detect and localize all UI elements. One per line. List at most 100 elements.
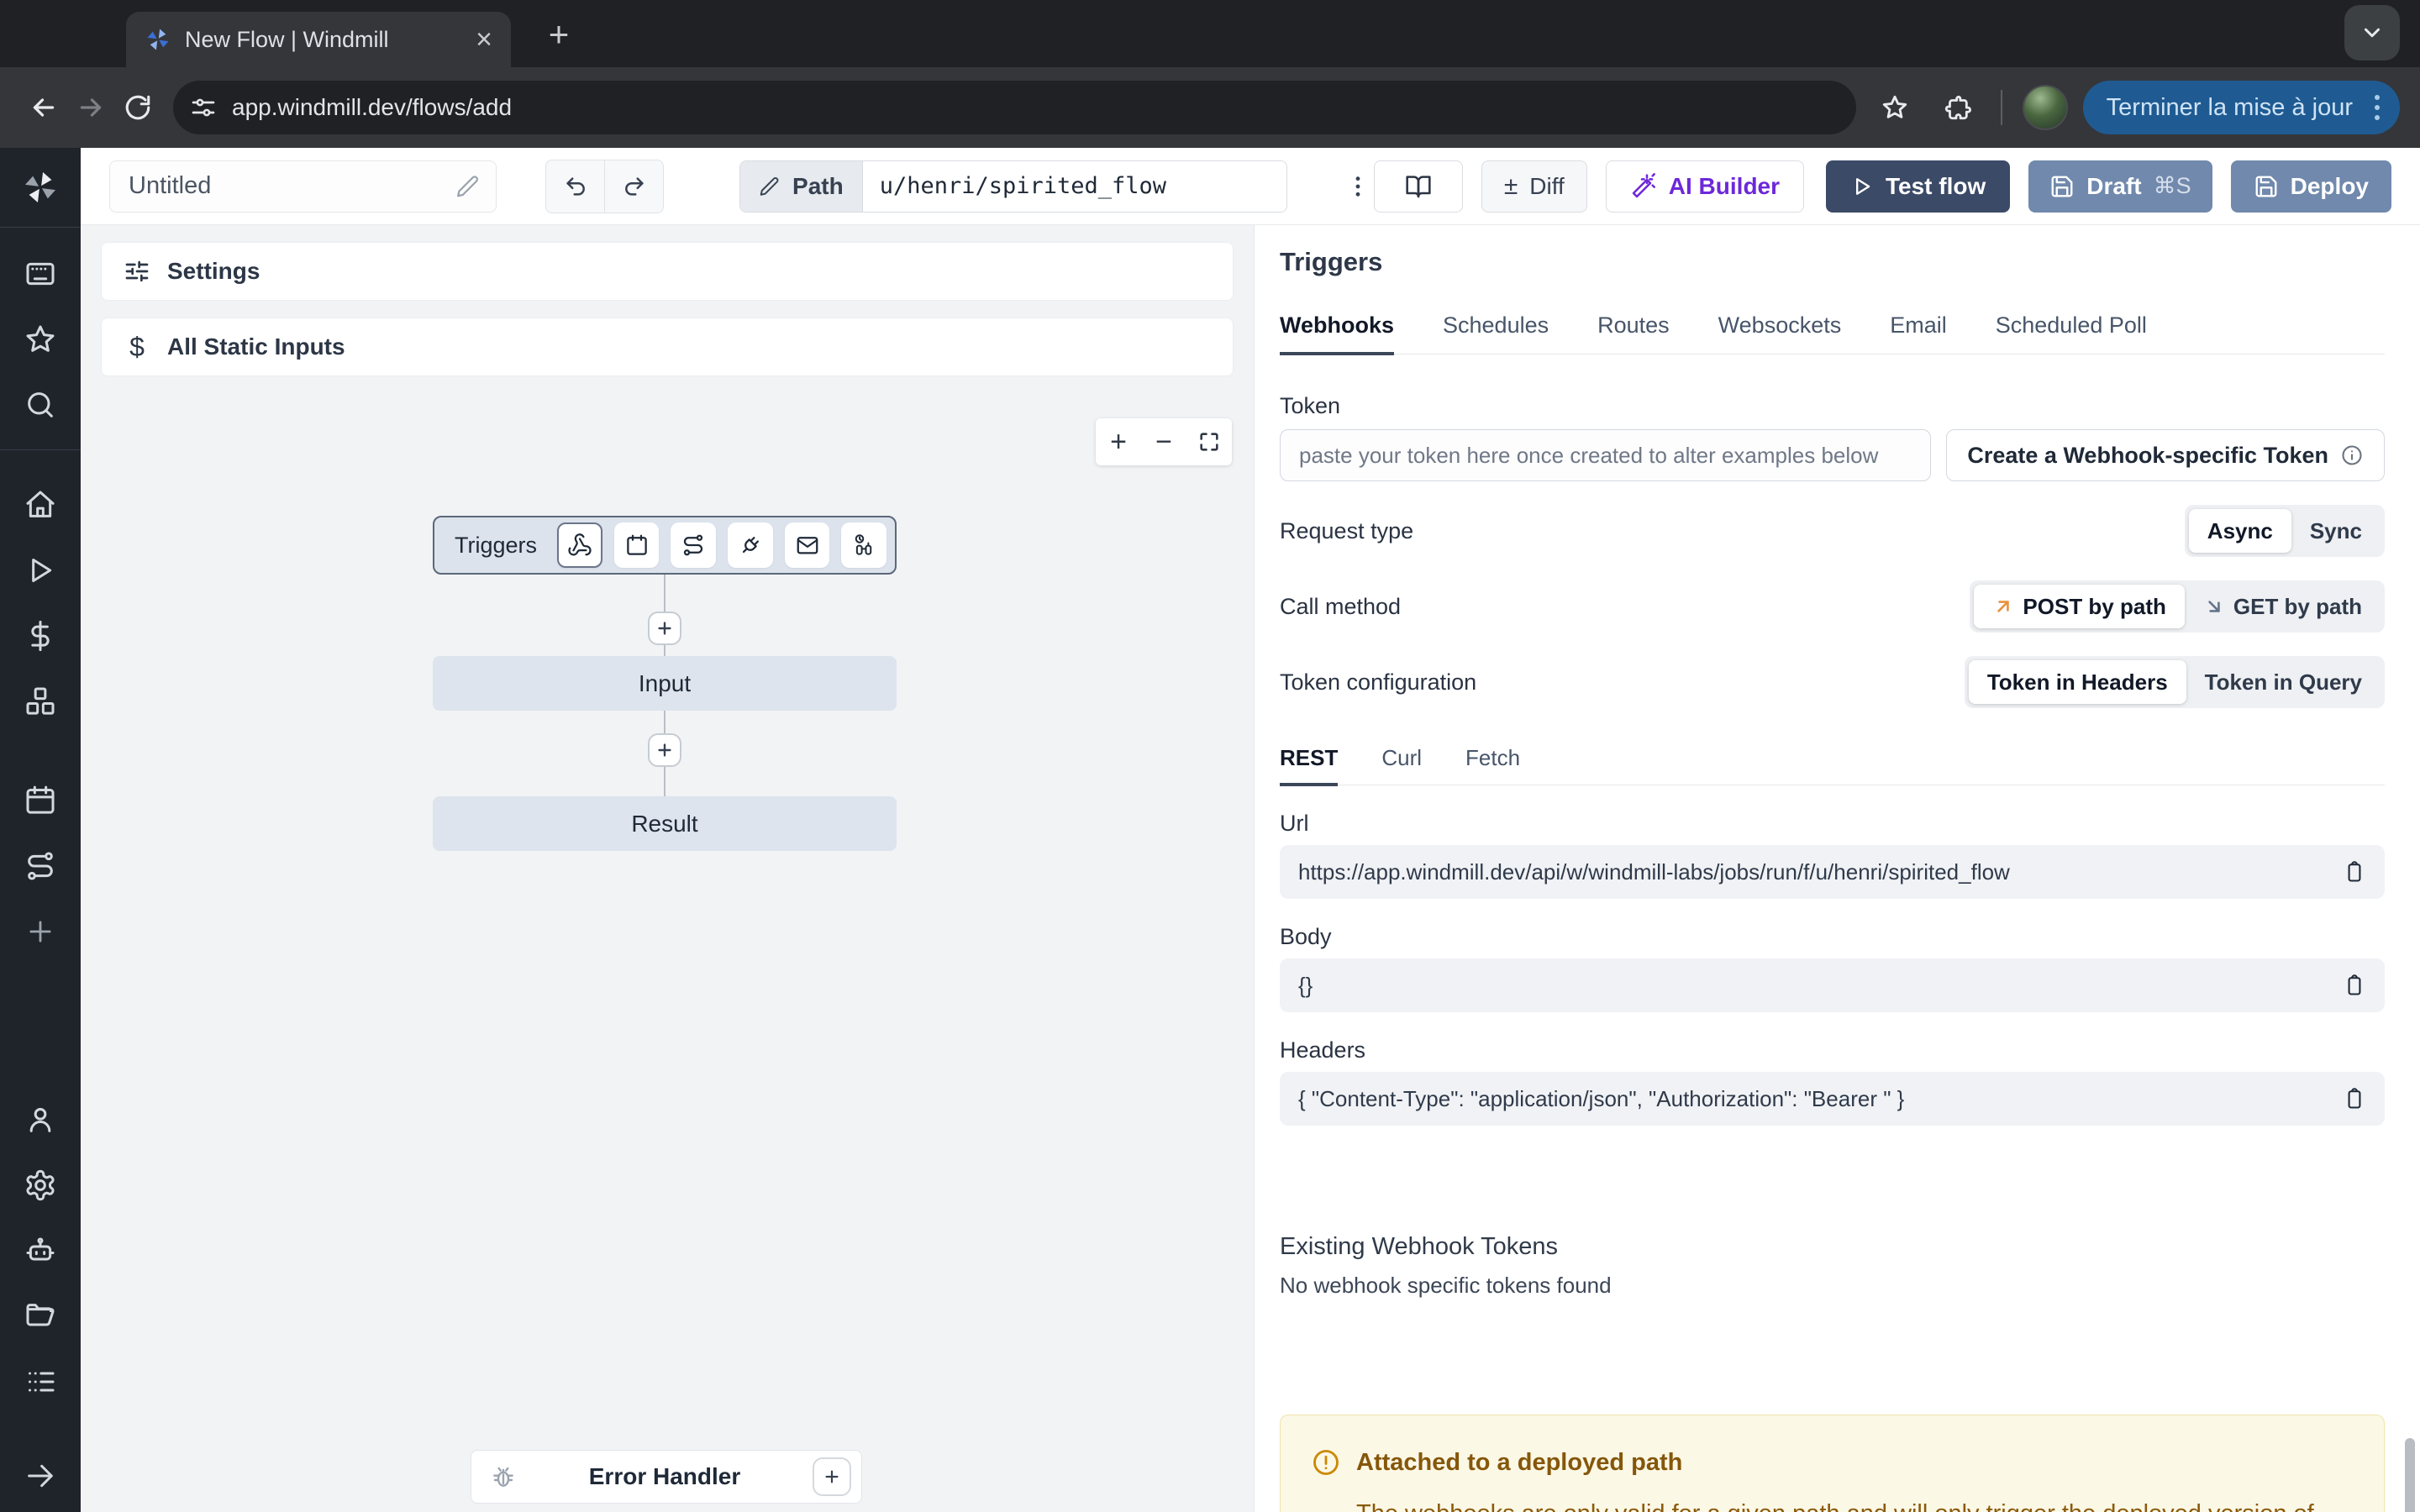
add-error-handler-button[interactable] [813,1457,851,1496]
diff-button[interactable]: ± Diff [1481,160,1587,213]
token-label: Token [1280,393,2385,419]
zoom-out-button[interactable]: − [1141,418,1186,465]
chrome-menu-icon[interactable] [2368,95,2386,120]
result-node[interactable]: Result [433,796,897,851]
sidebar-item-account[interactable] [0,1087,81,1152]
flow-path-input[interactable] [862,161,1286,212]
sidebar-item-variables[interactable] [0,603,81,669]
url-label: Url [1280,811,2385,837]
route-trigger-icon[interactable] [671,522,716,568]
sidebar-item-create[interactable] [0,899,81,964]
all-static-inputs-row[interactable]: $ All Static Inputs [101,318,1234,376]
arrow-down-right-icon [2203,596,2225,617]
triggers-node[interactable]: Triggers [433,516,897,575]
add-step-button[interactable] [648,612,681,645]
webhook-trigger-icon[interactable] [557,522,602,568]
test-flow-button[interactable]: Test flow [1826,160,2010,213]
create-webhook-token-button[interactable]: Create a Webhook-specific Token [1946,429,2385,481]
flow-settings-row[interactable]: Settings [101,242,1234,301]
ai-builder-button[interactable]: AI Builder [1606,160,1804,213]
url-bar[interactable]: app.windmill.dev/flows/add [173,81,1856,134]
websocket-trigger-icon[interactable] [728,522,773,568]
option-token-in-query[interactable]: Token in Query [2186,660,2381,704]
triggers-detail-panel: Triggers Webhooks Schedules Routes Webso… [1254,225,2420,1512]
option-async[interactable]: Async [2189,509,2291,553]
tab-title: New Flow | Windmill [185,27,462,53]
copy-body-icon[interactable] [2343,974,2366,997]
tab-fetch[interactable]: Fetch [1465,745,1520,785]
option-token-in-headers[interactable]: Token in Headers [1969,660,2186,704]
wand-icon [1630,173,1657,200]
sidebar-expand-icon[interactable] [0,1443,81,1509]
sidebar-item-folders[interactable] [0,1284,81,1349]
sidebar-item-logs[interactable] [0,1349,81,1415]
back-icon[interactable] [20,84,67,131]
tab-curl[interactable]: Curl [1381,745,1422,785]
copy-headers-icon[interactable] [2343,1087,2366,1110]
request-type-toggle: Async Sync [2185,505,2385,557]
extensions-icon[interactable] [1933,84,1981,131]
edge [664,645,666,656]
sliders-icon [124,258,150,285]
tab-schedules[interactable]: Schedules [1443,312,1549,354]
docs-button[interactable] [1374,160,1463,213]
sidebar-item-workers[interactable] [0,1218,81,1284]
tab-close-icon[interactable]: × [476,25,492,54]
sidebar-item-favorites[interactable] [0,307,81,372]
warning-icon [1311,1447,1341,1478]
sidebar-item-home[interactable] [0,472,81,538]
input-node[interactable]: Input [433,656,897,711]
more-options-icon[interactable] [1343,160,1374,213]
body-label: Body [1280,924,2385,950]
browser-update-button[interactable]: Terminer la mise à jour [2083,81,2400,134]
sidebar-item-schedules[interactable] [0,768,81,833]
redo-button[interactable] [604,160,663,213]
headers-value: { "Content-Type": "application/json", "A… [1298,1086,2343,1112]
sidebar-item-routes[interactable] [0,833,81,899]
fit-view-button[interactable] [1186,418,1232,465]
new-tab-button[interactable]: + [539,15,578,54]
divider [2001,90,2002,125]
tab-websockets[interactable]: Websockets [1718,312,1842,354]
flow-name-box[interactable] [109,160,497,213]
tab-rest[interactable]: REST [1280,745,1338,786]
sidebar-item-settings[interactable] [0,1152,81,1218]
windmill-logo[interactable] [0,148,81,227]
scheduled-poll-trigger-icon[interactable] [841,522,886,568]
profile-avatar[interactable] [2023,85,2068,130]
forward-icon[interactable] [67,84,114,131]
bookmark-star-icon[interactable] [1871,84,1918,131]
option-get-by-path[interactable]: GET by path [2185,585,2381,628]
add-step-button[interactable] [648,733,681,767]
email-trigger-icon[interactable] [785,522,830,568]
tab-scheduled-poll[interactable]: Scheduled Poll [1996,312,2147,354]
sidebar-item-resources[interactable] [0,669,81,734]
undo-button[interactable] [546,160,604,213]
headers-field: { "Content-Type": "application/json", "A… [1280,1072,2385,1126]
deploy-button[interactable]: Deploy [2231,160,2391,213]
draft-button[interactable]: Draft ⌘S [2028,160,2212,213]
option-post-by-path[interactable]: POST by path [1974,585,2184,628]
error-handler-node[interactable]: Error Handler [471,1450,862,1504]
undo-redo-group [545,160,664,213]
save-icon [2049,174,2075,199]
sidebar-item-search[interactable] [0,372,81,438]
info-icon [2340,444,2364,467]
site-settings-icon[interactable] [190,94,217,121]
tab-search-chevron-icon[interactable] [2344,5,2400,60]
sidebar-item-runs[interactable] [0,538,81,603]
tab-email[interactable]: Email [1890,312,1947,354]
tab-webhooks[interactable]: Webhooks [1280,312,1394,355]
option-sync[interactable]: Sync [2291,509,2381,553]
copy-url-icon[interactable] [2343,860,2366,884]
schedule-trigger-icon[interactable] [614,522,660,568]
sidebar-item-apps[interactable] [0,241,81,307]
flow-name-input[interactable] [129,172,445,200]
reload-icon[interactable] [114,84,161,131]
zoom-in-button[interactable]: + [1096,418,1141,465]
token-input[interactable] [1280,429,1931,481]
scrollbar-thumb[interactable] [2405,1438,2415,1512]
flow-graph-panel: Settings $ All Static Inputs + − Trigger… [81,225,1254,1512]
browser-tab[interactable]: New Flow | Windmill × [126,12,511,67]
tab-routes[interactable]: Routes [1597,312,1670,354]
